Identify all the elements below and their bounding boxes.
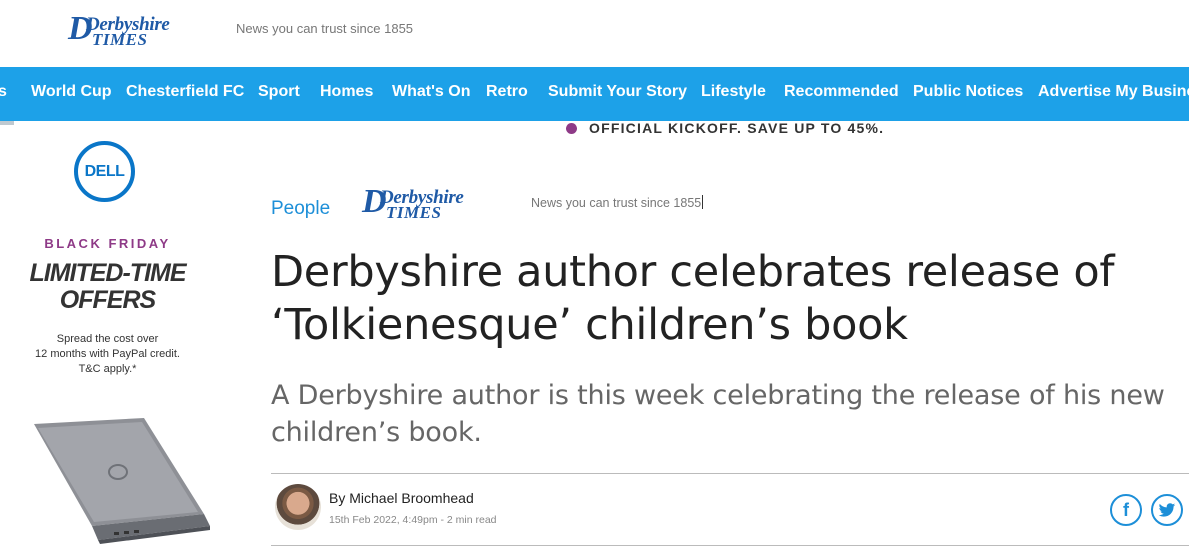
article-meta: 15th Feb 2022, 4:49pm - 2 min read [329,514,497,526]
nav-item-advertise-my-business[interactable]: Advertise My Business [1038,83,1189,101]
ad-headline-line1: LIMITED-TIME [29,259,186,287]
promo-dot-icon [566,123,577,134]
derbyshire-times-logo-inline[interactable]: D Derbyshire TIMES [362,185,482,225]
nav-item-world-cup[interactable]: World Cup [31,83,112,101]
nav-scroll-shadow [0,121,14,125]
nav-item-submit-your-story[interactable]: Submit Your Story [548,83,687,101]
facebook-icon: f [1123,499,1129,520]
ad-headline-line2: OFFERS [59,286,156,314]
ad-small-line1: Spread the cost over [56,333,159,345]
divider-bottom [271,545,1189,546]
derbyshire-times-logo[interactable]: D Derbyshire TIMES [68,12,188,52]
ad-headline: LIMITED-TIME OFFERS [0,260,215,314]
divider-top [271,473,1189,474]
section-link-people[interactable]: People [271,198,330,220]
facebook-share-button[interactable]: f [1110,494,1142,526]
text-caret [702,195,704,209]
ad-small-line3: T&C apply.* [78,363,137,375]
laptop-image [34,418,210,544]
author-byline[interactable]: By Michael Broomhead [329,490,474,506]
promo-text: OFFICIAL KICKOFF. SAVE UP TO 45%. [589,120,885,136]
nav-item-partial[interactable]: s [0,83,7,101]
dell-advert[interactable]: DELL BLACK FRIDAY LIMITED-TIME OFFERS Sp… [0,130,215,552]
inline-tagline-text: News you can trust since 1855 [531,196,702,210]
nav-item-whats-on[interactable]: What's On [392,83,470,101]
inline-tagline: News you can trust since 1855 [531,195,704,210]
nav-item-chesterfield-fc[interactable]: Chesterfield FC [126,83,244,101]
dell-logo: DELL [74,141,135,202]
nav-item-homes[interactable]: Homes [320,83,373,101]
logo-inline-line2: TIMES [386,203,442,222]
logo-line2: TIMES [92,30,148,49]
twitter-share-button[interactable] [1151,494,1183,526]
author-avatar[interactable] [275,484,321,530]
ad-small-line2: 12 months with PayPal credit. [35,348,180,360]
twitter-icon [1158,502,1176,517]
main-nav: s World Cup Chesterfield FC Sport Homes … [0,67,1189,121]
nav-item-sport[interactable]: Sport [258,83,300,101]
header-tagline: News you can trust since 1855 [236,21,414,36]
article-standfirst: A Derbyshire author is this week celebra… [271,380,1165,448]
promo-banner[interactable]: OFFICIAL KICKOFF. SAVE UP TO 45%. [566,120,884,136]
ad-small-print: Spread the cost over 12 months with PayP… [0,332,215,377]
nav-item-public-notices[interactable]: Public Notices [913,83,1023,101]
nav-item-retro[interactable]: Retro [486,83,528,101]
nav-item-recommended[interactable]: Recommended [784,83,899,101]
ad-eyebrow: BLACK FRIDAY [44,236,171,251]
site-header: D Derbyshire TIMES News you can trust si… [0,0,1189,67]
nav-item-lifestyle[interactable]: Lifestyle [701,83,766,101]
article-headline: Derbyshire author celebrates release of … [271,247,1115,350]
